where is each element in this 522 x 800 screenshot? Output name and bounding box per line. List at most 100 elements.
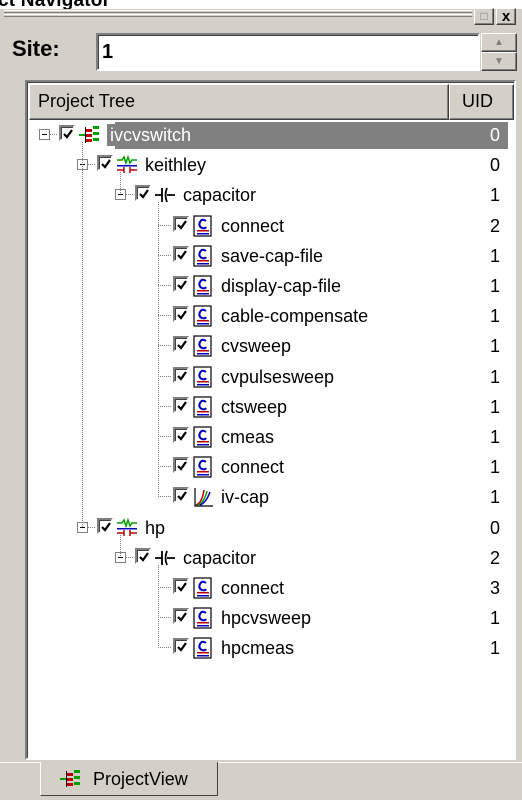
tree-item-uid: 1 bbox=[489, 638, 500, 659]
tree-item-label: ctsweep bbox=[221, 396, 288, 417]
window-title-strip: ct Navigator bbox=[0, 0, 522, 9]
column-header-uid[interactable]: UID bbox=[449, 84, 514, 120]
tree-item-label: hpcvsweep bbox=[221, 608, 312, 629]
tab-projectview[interactable]: ProjectView bbox=[40, 762, 218, 796]
tree-item-uid: 2 bbox=[489, 547, 500, 568]
checkbox[interactable] bbox=[135, 547, 151, 564]
column-header-project-tree[interactable]: Project Tree bbox=[29, 84, 449, 120]
tab-bar: ProjectView bbox=[0, 762, 522, 800]
tree-row[interactable]: iv-cap 1 bbox=[27, 482, 514, 512]
script-icon bbox=[193, 426, 212, 448]
tree-item-label: hpcmeas bbox=[221, 638, 295, 659]
tree-item-uid: 1 bbox=[489, 185, 500, 206]
tree-item-label: iv-cap bbox=[221, 487, 270, 508]
tree-row[interactable]: cvpulsesweep 1 bbox=[27, 362, 514, 392]
script-icon bbox=[193, 335, 212, 357]
tree-row[interactable]: capacitor 1 bbox=[27, 180, 514, 210]
tree-item-label: connect bbox=[221, 578, 285, 598]
tree-item-uid: 1 bbox=[489, 276, 500, 296]
tree-row[interactable]: cvsweep 1 bbox=[27, 331, 514, 361]
tree-row[interactable]: keithley 0 bbox=[27, 150, 514, 180]
tab-label: ProjectView bbox=[93, 769, 188, 789]
tree-row[interactable]: hpcvsweep 1 bbox=[27, 603, 514, 633]
tree-item-uid: 0 bbox=[489, 517, 500, 538]
script-icon bbox=[193, 245, 212, 267]
checkbox[interactable] bbox=[173, 487, 189, 504]
tree-row[interactable]: cmeas 1 bbox=[27, 422, 514, 452]
checkbox[interactable] bbox=[173, 457, 189, 474]
checkbox[interactable] bbox=[173, 276, 189, 292]
checkbox[interactable] bbox=[173, 336, 189, 353]
tree-row[interactable]: connect 1 bbox=[27, 452, 514, 482]
tree-row[interactable]: capacitor 2 bbox=[27, 543, 514, 573]
checkbox[interactable] bbox=[173, 608, 189, 625]
checkbox[interactable] bbox=[97, 517, 113, 534]
checkbox[interactable] bbox=[173, 427, 189, 443]
tree-row[interactable]: display-cap-file 1 bbox=[27, 271, 514, 301]
tree-item-label: connect bbox=[221, 457, 285, 478]
tree-header: Project Tree UID bbox=[29, 84, 514, 120]
checkbox[interactable] bbox=[173, 396, 189, 413]
tree-item-label: hp bbox=[145, 517, 166, 538]
tree-item-uid: 0 bbox=[489, 125, 500, 145]
script-icon bbox=[193, 365, 212, 388]
tree-item-uid: 0 bbox=[489, 155, 500, 176]
tree-row[interactable]: hpcmeas 1 bbox=[27, 633, 514, 663]
tree-item-label: display-cap-file bbox=[221, 276, 342, 296]
script-icon bbox=[193, 275, 212, 297]
tree-row[interactable]: connect 3 bbox=[27, 573, 514, 603]
tree-item-label: cmeas bbox=[221, 427, 275, 447]
tree-row[interactable]: ctsweep 1 bbox=[27, 392, 514, 422]
tree-item-uid: 3 bbox=[489, 578, 500, 598]
close-button[interactable]: x bbox=[496, 8, 516, 25]
tree-item-label: save-cap-file bbox=[221, 245, 324, 266]
tree-item-uid: 1 bbox=[489, 396, 500, 417]
tree-item-uid: 1 bbox=[489, 608, 500, 629]
tree-item-uid: 2 bbox=[489, 215, 500, 236]
spin-down-icon[interactable]: ▼ bbox=[481, 52, 517, 71]
checkbox[interactable] bbox=[173, 638, 189, 655]
checkbox[interactable] bbox=[173, 245, 189, 262]
site-input[interactable]: 1 bbox=[96, 33, 480, 71]
script-icon bbox=[193, 607, 212, 629]
script-icon bbox=[193, 577, 212, 599]
script-icon bbox=[193, 456, 212, 478]
checkbox[interactable] bbox=[173, 366, 189, 383]
site-spinner[interactable]: ▲ ▼ bbox=[481, 33, 517, 71]
collapse-toggle-icon[interactable] bbox=[39, 129, 50, 140]
maximize-icon: □ bbox=[480, 9, 488, 23]
checkbox[interactable] bbox=[173, 578, 189, 594]
script-icon bbox=[193, 396, 212, 418]
project-icon bbox=[60, 770, 80, 787]
tree-item-label: connect bbox=[221, 215, 285, 236]
tree-item-label: cvpulsesweep bbox=[221, 366, 335, 387]
tree-item-label: capacitor bbox=[183, 185, 257, 206]
close-icon: x bbox=[501, 8, 511, 25]
project-tree[interactable]: Project Tree UID ivcvswitch 0 keithley 0 cap… bbox=[25, 80, 516, 760]
checkbox[interactable] bbox=[173, 306, 189, 323]
tree-row[interactable]: connect 2 bbox=[27, 211, 514, 241]
spin-up-icon[interactable]: ▲ bbox=[481, 33, 517, 52]
site-label: Site: bbox=[12, 36, 60, 61]
tree-item-uid: 1 bbox=[489, 366, 500, 387]
tree-item-uid: 1 bbox=[489, 336, 500, 357]
script-icon bbox=[193, 305, 212, 327]
checkbox[interactable] bbox=[173, 215, 189, 232]
tree-item-uid: 1 bbox=[489, 427, 500, 447]
tree-row[interactable]: save-cap-file 1 bbox=[27, 241, 514, 271]
tree-item-label: cable-compensate bbox=[221, 306, 369, 327]
site-row: Site: 1 ▲ ▼ bbox=[6, 28, 522, 74]
checkbox[interactable] bbox=[59, 125, 75, 141]
tree-item-label: capacitor bbox=[183, 547, 257, 568]
tree-item-uid: 1 bbox=[489, 245, 500, 266]
tree-row[interactable]: ivcvswitch 0 bbox=[27, 120, 514, 150]
tree-row[interactable]: cable-compensate 1 bbox=[27, 301, 514, 331]
maximize-button[interactable]: □ bbox=[474, 8, 494, 25]
toolbar-grip[interactable] bbox=[4, 9, 472, 19]
tree-item-label: keithley bbox=[145, 155, 207, 176]
checkbox[interactable] bbox=[97, 155, 113, 172]
checkbox[interactable] bbox=[135, 185, 151, 202]
tree-item-uid: 1 bbox=[489, 487, 500, 508]
graph-icon bbox=[194, 488, 213, 507]
tree-row[interactable]: hp 0 bbox=[27, 513, 514, 543]
